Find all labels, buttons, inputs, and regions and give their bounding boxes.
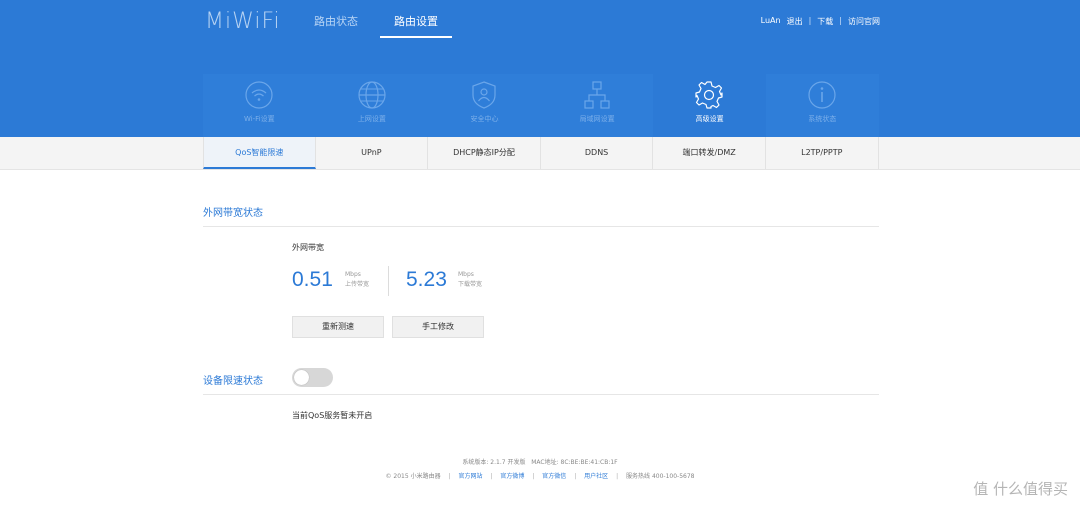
tile-advanced-settings[interactable]: 高级设置 xyxy=(653,74,766,137)
separator: | xyxy=(616,473,619,480)
separator: | xyxy=(839,16,842,25)
upload-speed-value: 0.51 xyxy=(292,268,333,291)
separator: | xyxy=(574,473,577,480)
mac-address: MAC地址: 8C:BE:BE:41:CB:1F xyxy=(531,459,618,466)
upload-unit: Mbps xyxy=(345,271,361,278)
tile-label: 系统状态 xyxy=(808,115,837,123)
tab-upnp[interactable]: UPnP xyxy=(316,137,429,169)
footer-link-weibo[interactable]: 官方微博 xyxy=(500,473,524,480)
separator: | xyxy=(490,473,493,480)
divider xyxy=(388,266,389,296)
tile-internet-settings[interactable]: 上网设置 xyxy=(315,74,429,137)
official-site-link[interactable]: 访问官网 xyxy=(848,16,880,27)
tile-wifi-settings[interactable]: Wi-Fi设置 xyxy=(203,74,316,137)
user-links: LuAn 退出 | 下载 | 访问官网 xyxy=(761,16,880,27)
separator: | xyxy=(532,473,535,480)
wifi-icon xyxy=(245,81,273,109)
tab-dhcp-static-ip[interactable]: DHCP静态IP分配 xyxy=(428,137,541,169)
network-icon xyxy=(584,81,610,109)
subtabs: QoS智能限速 UPnP DHCP静态IP分配 DDNS 端口转发/DMZ L2… xyxy=(203,137,879,170)
gear-icon xyxy=(695,81,723,109)
username: LuAn xyxy=(760,16,781,25)
tile-label: Wi-Fi设置 xyxy=(243,115,275,123)
bandwidth-label: 外网带宽 xyxy=(292,243,324,252)
watermark-text: 值 什么值得买 xyxy=(973,480,1068,498)
tile-lan-settings[interactable]: 局域网设置 xyxy=(540,74,654,137)
toggle-knob xyxy=(294,370,309,385)
nav-router-settings[interactable]: 路由设置 xyxy=(380,0,452,38)
tile-security-center[interactable]: 安全中心 xyxy=(428,74,541,137)
footer-links: © 2015 小米路由器 | 官方网站 | 官方微博 | 官方微信 | 用户社区… xyxy=(0,471,1080,480)
logo: MiWiFi xyxy=(205,9,281,34)
device-limit-section-title: 设备限速状态 xyxy=(203,376,263,387)
tab-qos[interactable]: QoS智能限速 xyxy=(203,137,316,169)
separator: | xyxy=(808,16,812,25)
globe-icon xyxy=(357,81,386,109)
upload-label: 上传带宽 xyxy=(345,281,370,288)
tab-port-forwarding[interactable]: 端口转发/DMZ xyxy=(653,137,766,169)
logout-link[interactable]: 退出 xyxy=(787,16,803,27)
nav-router-status[interactable]: 路由状态 xyxy=(300,0,372,38)
tile-label: 局域网设置 xyxy=(579,115,615,123)
copyright: © 2015 小米路由器 xyxy=(385,473,441,480)
qos-toggle[interactable] xyxy=(292,368,333,387)
tab-l2tp-pptp[interactable]: L2TP/PPTP xyxy=(766,137,879,169)
service-hotline: 服务热线 400-100-5678 xyxy=(626,473,695,480)
footer-link-website[interactable]: 官方网站 xyxy=(458,473,482,480)
top-nav: 路由状态 路由设置 xyxy=(300,0,452,40)
bandwidth-section-title: 外网带宽状态 xyxy=(203,208,263,219)
manual-edit-button[interactable]: 手工修改 xyxy=(392,316,484,338)
info-icon xyxy=(808,81,836,109)
separator: | xyxy=(448,473,451,480)
tile-label: 安全中心 xyxy=(470,115,499,123)
watermark: 值 什么值得买 xyxy=(973,478,1068,499)
subtabs-bar: QoS智能限速 UPnP DHCP静态IP分配 DDNS 端口转发/DMZ L2… xyxy=(0,137,1080,170)
shield-icon xyxy=(472,81,496,109)
firmware-version: 系统版本: 2.1.7 开发版 xyxy=(462,459,526,466)
download-unit: Mbps xyxy=(458,271,474,278)
tab-ddns[interactable]: DDNS xyxy=(541,137,654,169)
divider xyxy=(203,226,879,227)
tile-label: 上网设置 xyxy=(357,115,386,123)
retest-speed-button[interactable]: 重新测速 xyxy=(292,316,384,338)
footer-link-wechat[interactable]: 官方微信 xyxy=(542,473,566,480)
download-link[interactable]: 下载 xyxy=(817,16,833,27)
footer-system-info: 系统版本: 2.1.7 开发版 MAC地址: 8C:BE:BE:41:CB:1F xyxy=(0,457,1080,466)
footer-link-community[interactable]: 用户社区 xyxy=(584,473,608,480)
tile-label: 高级设置 xyxy=(695,115,724,123)
download-label: 下载带宽 xyxy=(458,281,483,288)
download-speed-value: 5.23 xyxy=(406,268,447,291)
tile-system-status[interactable]: 系统状态 xyxy=(765,74,879,137)
qos-status-text: 当前QoS服务暂未开启 xyxy=(292,411,373,420)
header: MiWiFi 路由状态 路由设置 LuAn 退出 | 下载 | 访问官网 Wi-… xyxy=(0,0,1080,137)
divider xyxy=(203,394,879,395)
settings-tiles: Wi-Fi设置 上网设置 安全中心 局域网设置 高级设置 系统状态 xyxy=(203,74,879,137)
